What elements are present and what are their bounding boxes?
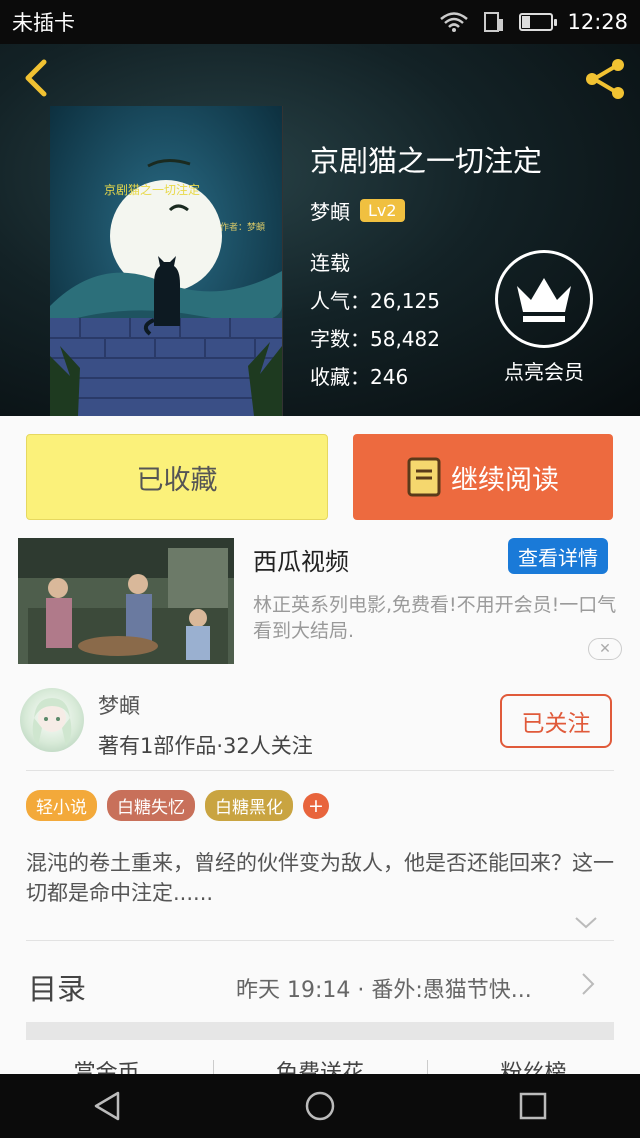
free-flowers-link[interactable]: 免费送花 [213,1052,426,1074]
cover-title-text: 京剧猫之一切注定 [104,182,200,197]
tag-baitang-dark[interactable]: 白糖黑化 [205,790,293,821]
author-name: 梦頔 [98,694,140,718]
fans-ranking-link[interactable]: 粉丝榜 [426,1052,640,1074]
battery-icon [519,13,558,31]
toc-latest-chapter: 昨天 19:14 · 番外:愚猫节快... [236,978,532,1003]
reward-coins-link[interactable]: 赏金币 [0,1052,213,1074]
nav-back-button[interactable] [77,1081,137,1131]
ad-thumbnail[interactable] [18,538,234,664]
popularity-stat: 人气：26,125 [310,282,440,320]
author-avatar[interactable] [20,688,84,752]
divider [26,940,614,941]
cover-illustration: 京剧猫之一切注定 作者：梦頔 [50,106,282,416]
ad-title: 西瓜视频 [253,548,349,576]
author-row[interactable]: 梦頔 著有1部作品·32人关注 已关注 [0,678,640,772]
word-count-stat: 字数：58,482 [310,320,440,358]
serial-status: 连载 [310,251,350,275]
popularity-value: 26,125 [370,289,440,313]
author-level-badge: Lv2 [360,199,405,222]
book-cover[interactable]: 京剧猫之一切注定 作者：梦頔 [50,106,283,417]
wifi-icon [440,12,469,32]
crown-icon [517,278,571,322]
synopsis: 混沌的卷土重来，曾经的伙伴变为敌人，他是否还能回来？这一切都是命中注定.....… [26,851,614,905]
circle-home-icon [305,1091,335,1121]
clock-text: 12:28 [567,10,628,34]
bottom-links: 赏金币 免费送花 粉丝榜 [0,1052,640,1074]
cover-author-text: 作者：梦頔 [220,221,265,233]
continue-read-label: 继续阅读 [451,464,559,496]
status-bar: 未插卡 12:28 [0,0,640,44]
toc-title: 目录 [28,972,87,1006]
toc-row[interactable]: 目录 昨天 19:14 · 番外:愚猫节快... [0,942,640,1022]
follow-button[interactable]: 已关注 [500,694,612,748]
book-icon [407,457,441,497]
tag-baitang-amnesia[interactable]: 白糖失忆 [107,790,195,821]
tag-list: 轻小说 白糖失忆 白糖黑化 + [26,790,329,821]
ad-description: 林正英系列电影,免费看!不用开会员!一口气看到大结局. [253,594,617,642]
chevron-right-icon [582,973,595,995]
share-icon[interactable] [580,54,630,104]
continue-read-button[interactable]: 继续阅读 [353,434,613,520]
triangle-back-icon [94,1091,119,1121]
ad-close-icon[interactable]: ✕ [588,638,622,660]
book-detail-panel: 已收藏 继续阅读 西瓜视频 查看详情 林正英系列电影,免费看!不用开会员!一口气… [0,416,640,1074]
book-info: 连载 人气：26,125 字数：58,482 收藏：246 [310,244,440,396]
nav-recents-button[interactable] [503,1081,563,1131]
vip-label: 点亮会员 [504,360,584,384]
word-count-label: 字数： [310,327,370,351]
favorites-stat: 收藏：246 [310,358,440,396]
section-separator [26,1022,614,1040]
favorites-label: 收藏： [310,365,370,389]
expand-chevron-icon[interactable] [574,916,598,930]
book-header: 京剧猫之一切注定 作者：梦頔 京剧猫之一切注定 梦頔 Lv2 连载 人气：26,… [0,44,640,417]
square-recents-icon [520,1092,547,1120]
status-icons: 12:28 [439,10,628,34]
book-author-name[interactable]: 梦頔 [310,196,350,225]
ad-thumbnail-image [18,538,234,664]
book-title: 京剧猫之一切注定 [310,144,543,178]
sim-icon [484,12,504,32]
favorites-value: 246 [370,365,409,389]
book-author-line: 梦頔 Lv2 [310,196,405,225]
carrier-text: 未插卡 [12,11,75,35]
ad-detail-button[interactable]: 查看详情 [508,538,608,574]
word-count-value: 58,482 [370,327,440,351]
collected-button[interactable]: 已收藏 [26,434,328,520]
divider [26,770,614,771]
vip-crown-circle [495,250,593,348]
nav-home-button[interactable] [290,1081,350,1131]
add-tag-icon[interactable]: + [303,792,329,819]
ad-banner[interactable]: 西瓜视频 查看详情 林正英系列电影,免费看!不用开会员!一口气看到大结局. ✕ [0,534,640,670]
author-stats: 著有1部作品·32人关注 [98,734,313,758]
vip-button[interactable]: 点亮会员 [493,250,595,385]
back-arrow-icon[interactable] [18,58,52,98]
avatar-image [32,698,72,746]
system-nav-bar [0,1074,640,1138]
tag-light-novel[interactable]: 轻小说 [26,790,97,821]
popularity-label: 人气： [310,289,370,313]
